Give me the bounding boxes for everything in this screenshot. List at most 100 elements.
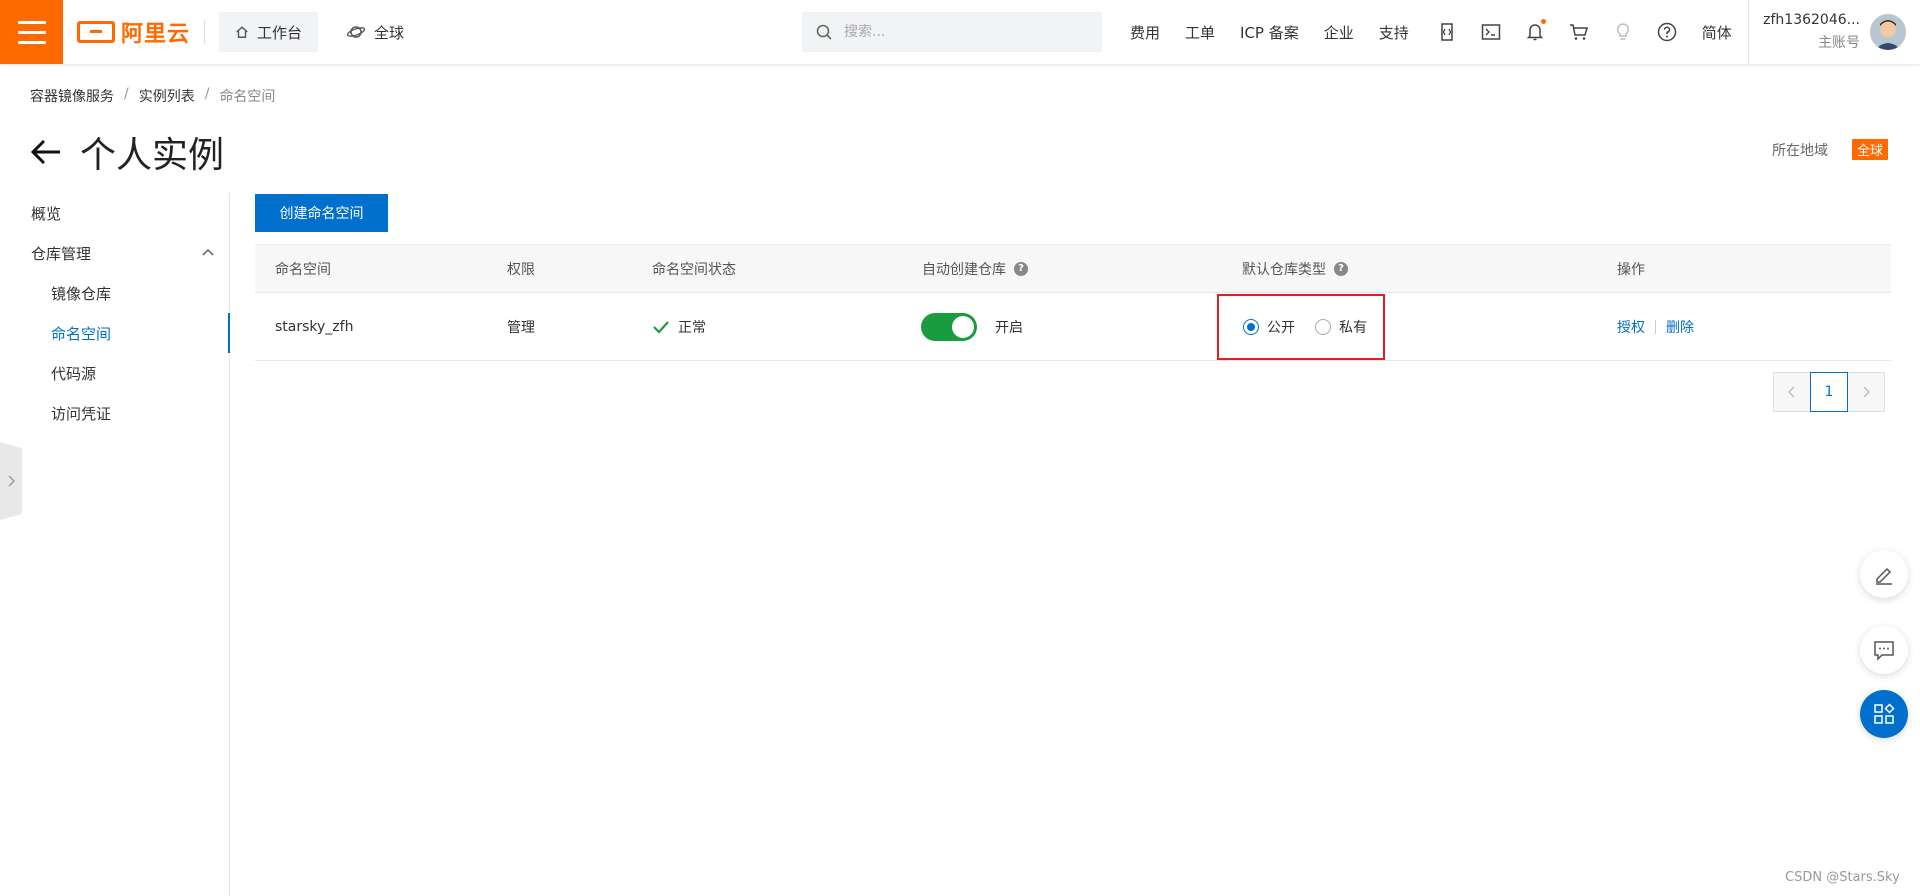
notification-dot (1540, 19, 1546, 24)
pagination: 1 (1773, 372, 1885, 412)
page-title: 个人实例 (80, 135, 225, 176)
nav-link-enterprise[interactable]: 企业 (1324, 22, 1354, 43)
namespace-cell: starsky_zfh (275, 318, 354, 335)
divider (204, 20, 206, 44)
column-header: 操作 (1617, 245, 1645, 292)
namespace-table: 命名空间 权限 命名空间状态 自动创建仓库? 默认仓库类型? 操作 starsk… (255, 244, 1891, 361)
status-cell: 正常 (652, 293, 706, 360)
region-field-label: 所在地域 (1772, 143, 1828, 159)
apps-button[interactable] (1860, 690, 1908, 738)
column-header: 命名空间状态 (652, 245, 736, 292)
apps-grid-icon (1874, 703, 1895, 724)
help-icon[interactable] (1656, 21, 1678, 43)
delete-link[interactable]: 删除 (1666, 317, 1694, 337)
feedback-edit-button[interactable] (1860, 550, 1908, 598)
status-text: 正常 (678, 319, 706, 336)
nav-link-billing[interactable]: 费用 (1130, 22, 1160, 43)
repo-type-radio-group: 公开 私有 (1217, 294, 1385, 360)
lightbulb-icon[interactable] (1612, 21, 1634, 43)
nav-link-support[interactable]: 支持 (1379, 22, 1409, 43)
search-box[interactable] (802, 12, 1102, 52)
back-arrow-icon[interactable] (30, 138, 62, 166)
page-number-button[interactable]: 1 (1810, 372, 1848, 412)
auto-create-label: 开启 (995, 319, 1023, 336)
permission-cell: 管理 (507, 319, 535, 336)
search-input[interactable] (844, 24, 1084, 40)
breadcrumb-separator: / (204, 86, 210, 102)
sidebar-item-label: 仓库管理 (31, 244, 92, 263)
chevron-up-icon (202, 249, 214, 256)
logo-text: 阿里云 (121, 22, 191, 47)
sidebar-item-image-repos[interactable]: 镜像仓库 (0, 273, 229, 313)
column-header: 默认仓库类型? (1242, 245, 1348, 292)
auto-create-toggle[interactable] (921, 312, 977, 341)
help-icon[interactable]: ? (1334, 261, 1348, 276)
page-header: 个人实例 (30, 126, 224, 178)
create-namespace-button[interactable]: 创建命名空间 (255, 194, 388, 232)
sidebar-item-label: 访问凭证 (51, 404, 112, 423)
table-header: 命名空间 权限 命名空间状态 自动创建仓库? 默认仓库类型? 操作 (255, 244, 1891, 293)
radio-public-indicator[interactable] (1243, 319, 1259, 335)
sidebar: 概览 仓库管理 镜像仓库 命名空间 代码源 访问凭证 (0, 193, 230, 896)
check-icon (653, 320, 669, 334)
radio-public[interactable]: 公开 (1243, 317, 1295, 337)
planet-icon (346, 26, 366, 38)
column-header-label: 命名空间状态 (652, 261, 736, 278)
account-menu[interactable]: zfh1362046... 主账号 (1760, 12, 1860, 52)
workbench-label: 工作台 (257, 23, 303, 42)
avatar[interactable] (1870, 14, 1906, 50)
breadcrumb-item[interactable]: 容器镜像服务 (30, 86, 114, 106)
api-icon[interactable] (1436, 21, 1458, 43)
sidebar-item-overview[interactable]: 概览 (0, 193, 229, 233)
column-header: 命名空间 (275, 245, 331, 292)
cart-icon[interactable] (1568, 21, 1590, 43)
breadcrumb-item[interactable]: 实例列表 (139, 86, 195, 106)
workbench-button[interactable]: 工作台 (219, 12, 319, 52)
aliyun-logo-icon (77, 21, 115, 43)
language-switch[interactable]: 简体 (1702, 22, 1732, 43)
home-icon (236, 26, 248, 38)
chat-button[interactable] (1860, 626, 1908, 674)
pencil-icon (1876, 567, 1892, 585)
search-icon (816, 24, 832, 40)
account-role: 主账号 (1818, 35, 1860, 51)
chevron-left-icon (1788, 386, 1795, 398)
prev-page-button[interactable] (1773, 372, 1811, 412)
divider (1748, 0, 1749, 64)
radio-private[interactable]: 私有 (1315, 317, 1367, 337)
account-name: zfh1362046... (1763, 12, 1860, 28)
region-selector[interactable]: 全球 (346, 22, 404, 43)
breadcrumb-current: 命名空间 (219, 89, 276, 105)
hamburger-menu-button[interactable] (0, 0, 63, 64)
breadcrumb: 容器镜像服务 / 实例列表 / 命名空间 (30, 86, 275, 106)
nav-icon-group (1436, 19, 1678, 43)
aliyun-logo[interactable]: 阿里云 (77, 0, 190, 64)
chevron-right-icon (1863, 386, 1870, 398)
top-navbar: 阿里云 工作台 全球 费用 工单 ICP 备案 企业 支持 (0, 0, 1920, 64)
table-row: starsky_zfh 管理 正常 开启 公开 私有 授权 删除 (255, 293, 1891, 361)
radio-private-indicator[interactable] (1315, 319, 1331, 335)
actions-cell: 授权 删除 (1617, 293, 1694, 360)
sidebar-item-label: 命名空间 (51, 324, 112, 343)
column-header-label: 命名空间 (275, 261, 331, 278)
column-header-label: 自动创建仓库 (922, 261, 1006, 278)
top-nav-links: 费用 工单 ICP 备案 企业 支持 简体 (1130, 0, 1732, 64)
region-label: 全球 (374, 23, 405, 42)
nav-link-icp[interactable]: ICP 备案 (1240, 22, 1299, 43)
radio-label: 私有 (1339, 320, 1367, 336)
sidebar-item-access-credentials[interactable]: 访问凭证 (0, 393, 229, 433)
next-page-button[interactable] (1847, 372, 1885, 412)
sidebar-item-repo-management[interactable]: 仓库管理 (0, 233, 229, 273)
sidebar-item-label: 镜像仓库 (51, 284, 112, 303)
radio-label: 公开 (1267, 320, 1295, 336)
nav-link-tickets[interactable]: 工单 (1185, 22, 1215, 43)
bell-icon[interactable] (1524, 19, 1546, 43)
sidebar-item-code-source[interactable]: 代码源 (0, 353, 229, 393)
terminal-icon[interactable] (1480, 21, 1502, 43)
sidebar-collapse-toggle[interactable] (0, 442, 22, 520)
authorize-link[interactable]: 授权 (1617, 317, 1645, 337)
sidebar-item-label: 概览 (31, 204, 62, 223)
watermark: CSDN @Stars.Sky (1785, 870, 1900, 885)
sidebar-item-namespaces[interactable]: 命名空间 (0, 313, 230, 353)
help-icon[interactable]: ? (1014, 261, 1028, 276)
